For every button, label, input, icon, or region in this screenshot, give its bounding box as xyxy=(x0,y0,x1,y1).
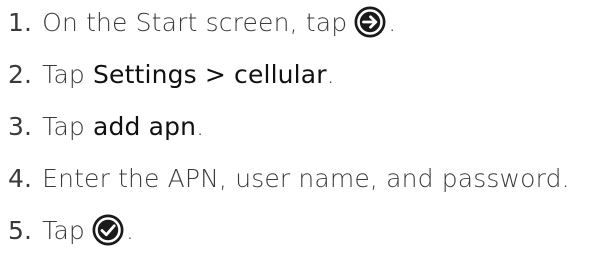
step-number: 4. xyxy=(8,163,33,193)
step-text: On the Start screen, tap xyxy=(42,7,348,37)
step-1: 1. On the Start screen, tap . xyxy=(8,2,396,42)
arrow-right-circle-icon xyxy=(353,5,387,39)
step-5: 5. Tap . xyxy=(8,210,134,250)
step-number: 3. xyxy=(8,111,33,141)
step-emphasis: add apn xyxy=(93,111,197,141)
step-3: 3. Tap add apn . xyxy=(8,106,204,146)
step-text-end: . xyxy=(125,215,135,245)
step-4: 4. Enter the APN, user name, and passwor… xyxy=(8,158,570,198)
step-text: Tap xyxy=(42,215,85,245)
checkmark-circle-icon xyxy=(91,213,125,247)
step-number: 1. xyxy=(8,7,33,37)
step-text: Tap xyxy=(42,111,94,141)
step-text-end: . xyxy=(388,7,397,37)
step-2: 2. Tap Settings > cellular . xyxy=(8,54,335,94)
step-text-end: . xyxy=(326,59,335,89)
step-emphasis: Settings > cellular xyxy=(93,59,327,89)
step-text: Enter the APN, user name, and password. xyxy=(42,163,570,193)
step-text-end: . xyxy=(196,111,205,141)
step-number: 5. xyxy=(8,215,33,245)
step-text: Tap xyxy=(42,59,94,89)
step-number: 2. xyxy=(8,59,33,89)
